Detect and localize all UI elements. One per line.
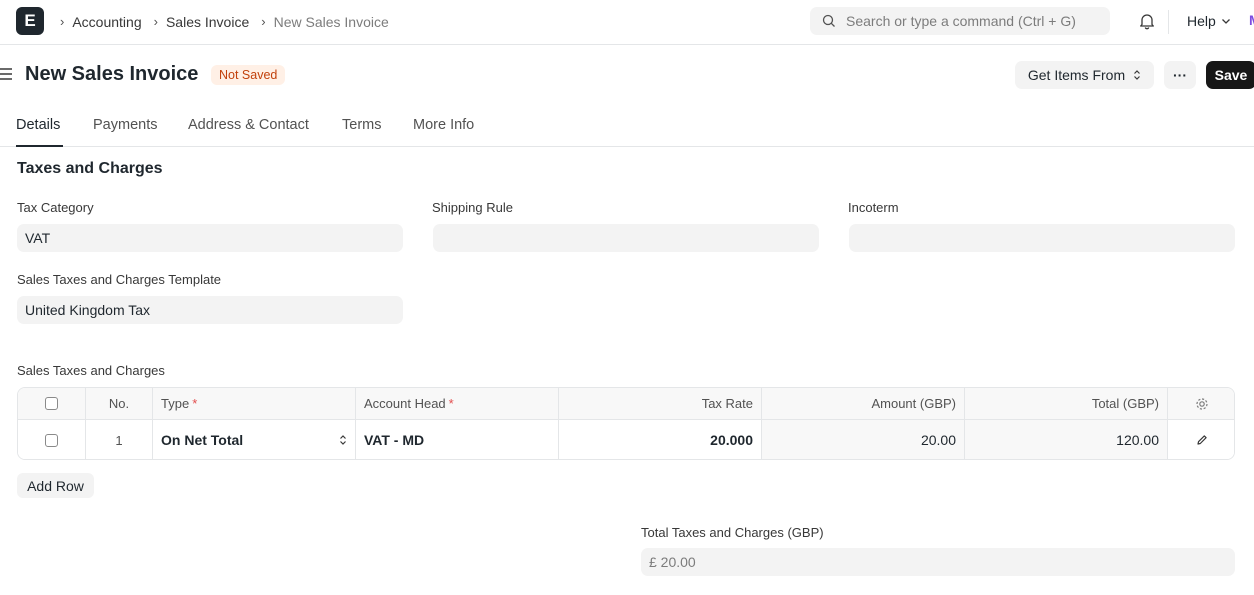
total-taxes-field: £ 20.00 [641,548,1235,576]
row-tax-rate[interactable]: 20.000 [559,420,762,459]
row-type-select[interactable]: On Net Total [153,420,356,459]
select-all-checkbox[interactable] [45,397,58,410]
get-items-from-button[interactable]: Get Items From [1015,61,1154,89]
sidebar-toggle-icon[interactable] [0,67,13,84]
save-button[interactable]: Save [1206,61,1254,89]
row-total: 120.00 [965,420,1168,459]
active-tab-indicator [16,145,63,147]
help-label: Help [1187,13,1216,29]
row-edit-cell [1168,420,1234,459]
shipping-rule-field[interactable] [433,224,819,252]
taxes-table: No. Type * Account Head * Tax Rate Amount … [17,387,1235,460]
form-tabs: Details Payments Address & Contact Terms… [0,103,1254,147]
col-account-head-label: Account Head [364,396,446,411]
app-logo[interactable]: E [16,7,44,35]
add-row-button[interactable]: Add Row [17,473,94,498]
table-row[interactable]: 1 On Net Total VAT - MD 20.000 20.00 120… [18,420,1234,459]
navbar-divider [1168,10,1169,34]
required-asterisk: * [448,396,454,411]
row-checkbox[interactable] [45,433,58,447]
help-dropdown[interactable]: Help [1187,13,1231,29]
row-no: 1 [86,420,153,459]
avatar[interactable]: M [1249,12,1254,28]
tax-category-field[interactable]: VAT [17,224,403,252]
status-badge: Not Saved [211,65,286,85]
row-amount: 20.00 [762,420,965,459]
chevron-right-icon: › [261,14,266,29]
column-settings-cell [1168,388,1234,419]
row-select-cell [18,420,86,459]
incoterm-field[interactable] [849,224,1235,252]
breadcrumb: › Accounting › Sales Invoice › New Sales… [58,0,399,43]
sort-arrows-icon [1134,70,1141,80]
get-items-label: Get Items From [1027,67,1126,83]
edit-icon[interactable] [1196,434,1208,446]
more-actions-button[interactable]: ··· [1164,61,1196,89]
chevron-right-icon: › [153,14,158,29]
total-taxes-label: Total Taxes and Charges (GBP) [641,525,824,540]
select-arrows-icon [340,435,346,445]
tab-terms[interactable]: Terms [342,117,381,133]
tab-more-info[interactable]: More Info [413,117,474,133]
gear-icon[interactable] [1195,397,1209,411]
taxes-template-field[interactable]: United Kingdom Tax [17,296,403,324]
required-asterisk: * [192,396,198,411]
row-type-value: On Net Total [161,432,244,448]
section-title: Taxes and Charges [17,160,163,177]
col-tax-rate: Tax Rate [559,388,762,419]
col-type: Type * [153,388,356,419]
shipping-rule-label: Shipping Rule [432,200,513,215]
col-amount: Amount (GBP) [762,388,965,419]
table-header: No. Type * Account Head * Tax Rate Amount … [18,388,1234,420]
breadcrumb-new-sales-invoice[interactable]: New Sales Invoice [274,14,389,30]
page-header: New Sales Invoice Not Saved Get Items Fr… [0,52,1254,98]
tax-category-label: Tax Category [17,200,94,215]
tab-address-contact[interactable]: Address & Contact [188,117,309,133]
col-account-head: Account Head * [356,388,559,419]
taxes-table-label: Sales Taxes and Charges [17,363,165,378]
col-no: No. [86,388,153,419]
tab-payments[interactable]: Payments [93,117,157,133]
page-title: New Sales Invoice [25,63,199,85]
taxes-template-label: Sales Taxes and Charges Template [17,272,222,287]
breadcrumb-sales-invoice[interactable]: Sales Invoice [166,14,249,30]
row-account-head[interactable]: VAT - MD [356,420,559,459]
col-total: Total (GBP) [965,388,1168,419]
incoterm-label: Incoterm [848,200,899,215]
col-type-label: Type [161,396,190,411]
chevron-down-icon [1221,19,1230,24]
search-placeholder: Search or type a command (Ctrl + G) [846,13,1076,29]
tab-details[interactable]: Details [16,117,60,133]
top-navbar: E › Accounting › Sales Invoice › New Sal… [0,0,1254,45]
breadcrumb-accounting[interactable]: Accounting [72,14,141,30]
search-icon [822,14,835,27]
select-all-cell [18,388,86,419]
notification-bell-icon[interactable] [1139,12,1155,33]
search-input[interactable]: Search or type a command (Ctrl + G) [810,7,1110,35]
chevron-right-icon: › [60,14,65,29]
